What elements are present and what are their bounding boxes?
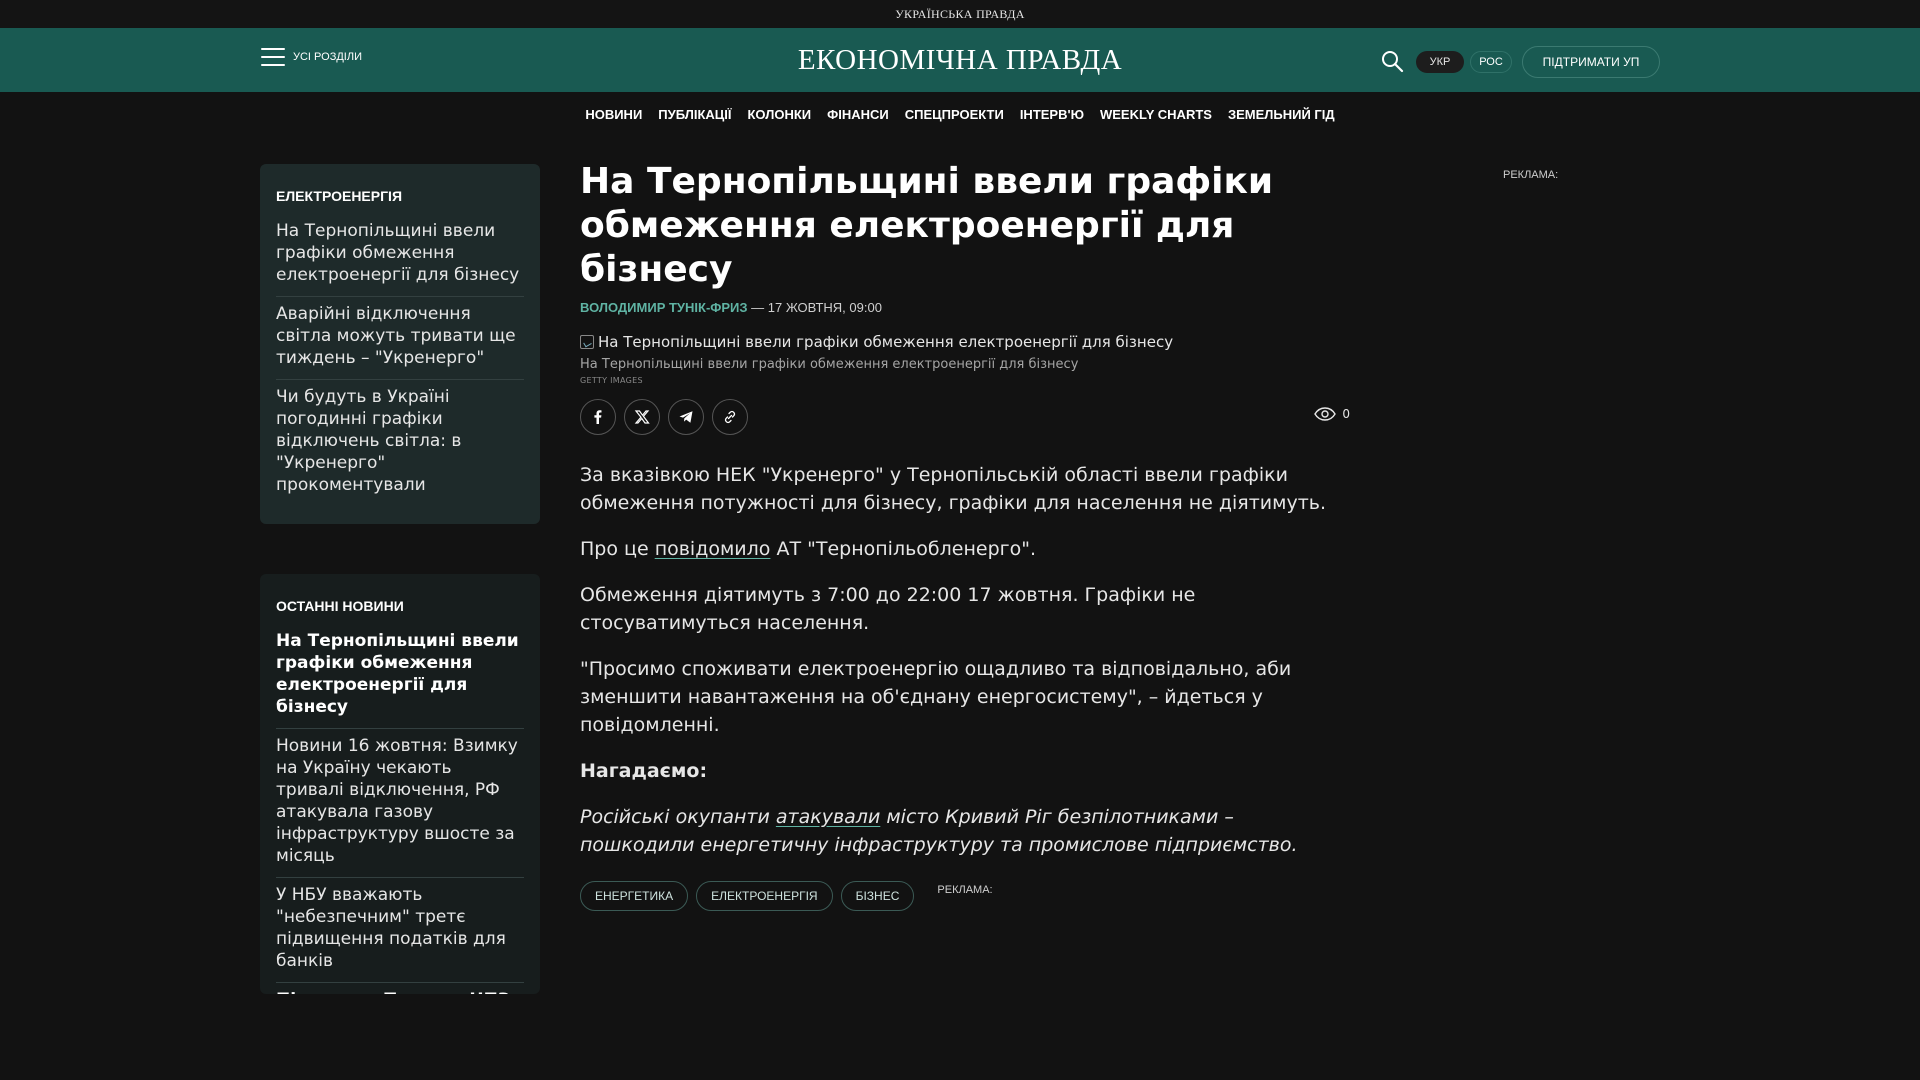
- topic-card-title[interactable]: ЕЛЕКТРОЕНЕРГІЯ: [276, 188, 524, 204]
- image-credit: GETTY IMAGES: [580, 376, 643, 385]
- latest-news-title[interactable]: ОСТАННІ НОВИНИ: [276, 598, 524, 614]
- support-button[interactable]: ПІДТРИМАТИ УП: [1522, 46, 1660, 78]
- all-sections-button[interactable]: УСІ РОЗДІЛИ: [261, 48, 362, 66]
- image-caption: На Тернопільщині ввели графіки обмеження…: [580, 357, 1079, 372]
- share-row: 0: [580, 399, 1350, 435]
- telegram-icon[interactable]: [668, 399, 704, 435]
- up-brand-link[interactable]: УКРАЇНСЬКА ПРАВДА: [895, 7, 1025, 22]
- paragraph-text: Російські окупанти: [580, 806, 776, 828]
- nav-interview[interactable]: ІНТЕРВ'Ю: [1020, 107, 1084, 122]
- article-meta: ВОЛОДИМИР ТУНІК-ФРИЗ — 17 ЖОВТНЯ, 09:00: [580, 300, 1350, 315]
- latest-news-item[interactable]: Новини 16 жовтня: Взимку на Україну чека…: [276, 729, 524, 878]
- facebook-icon[interactable]: [580, 399, 616, 435]
- views-count: 0: [1342, 407, 1350, 421]
- article-paragraph: Російські окупанти атакували місто Криви…: [580, 803, 1350, 859]
- article-title: На Тернопільщині ввели графіки обмеження…: [580, 161, 1274, 290]
- ad-label-right: РЕКЛАМА:: [1503, 169, 1559, 181]
- topic-item[interactable]: Аварійні відключення світла можуть трива…: [276, 297, 524, 380]
- latest-news-item[interactable]: Після заяв Трампа: НПЗ Індії сигналізуют…: [276, 983, 524, 994]
- nav-news[interactable]: НОВИНИ: [585, 107, 642, 122]
- nav-columns[interactable]: КОЛОНКИ: [748, 107, 812, 122]
- author-link[interactable]: ВОЛОДИМИР ТУНІК-ФРИЗ: [580, 300, 748, 315]
- source-link[interactable]: повідомило: [655, 538, 771, 560]
- article-paragraph: За вказівкою НЕК "Укренерго" у Тернопіль…: [580, 464, 1327, 514]
- nav-special-projects[interactable]: СПЕЦПРОЕКТИ: [905, 107, 1004, 122]
- all-sections-label: УСІ РОЗДІЛИ: [293, 51, 362, 63]
- article-image-alt: На Тернопільщині ввели графіки обмеження…: [598, 333, 1174, 351]
- lang-ukr-button[interactable]: УКР: [1416, 51, 1464, 73]
- nav-publications[interactable]: ПУБЛІКАЦІЇ: [658, 107, 731, 122]
- copy-link-icon[interactable]: [712, 399, 748, 435]
- article-quote: "Просимо споживати електроенергію ощадли…: [580, 658, 1292, 736]
- latest-news-item[interactable]: У НБУ вважають "небезпечним" третє підви…: [276, 878, 524, 983]
- article-datetime: — 17 ЖОВТНЯ, 09:00: [747, 300, 882, 315]
- article-paragraph: Обмеження діятимуть з 7:00 до 22:00 17 ж…: [580, 584, 1196, 634]
- eye-icon: [1314, 407, 1337, 421]
- topic-item[interactable]: Чи будуть в Україні погодинні графіки ві…: [276, 380, 524, 506]
- x-icon[interactable]: [624, 399, 660, 435]
- site-header: УСІ РОЗДІЛИ ЕКОНОМІЧНА ПРАВДА УКР РОС ПІ…: [0, 28, 1920, 92]
- top-strip: УКРАЇНСЬКА ПРАВДА: [0, 0, 1920, 28]
- related-link[interactable]: атакували: [776, 806, 880, 828]
- search-icon[interactable]: [1380, 49, 1404, 73]
- site-logo[interactable]: ЕКОНОМІЧНА ПРАВДА: [798, 44, 1122, 76]
- nav-finance[interactable]: ФІНАНСИ: [827, 107, 889, 122]
- nav-land-guide[interactable]: ЗЕМЕЛЬНИЙ ГІД: [1228, 107, 1335, 122]
- lang-ros-button[interactable]: РОС: [1470, 51, 1512, 73]
- article-image: На Тернопільщині ввели графіки обмеження…: [580, 333, 1350, 351]
- topic-card: ЕЛЕКТРОЕНЕРГІЯ На Тернопільщині ввели гр…: [260, 164, 540, 524]
- nav-weekly-charts[interactable]: WEEKLY CHARTS: [1100, 107, 1212, 122]
- article: На Тернопільщині ввели графіки обмеження…: [580, 160, 1350, 911]
- main-nav: НОВИНИ ПУБЛІКАЦІЇ КОЛОНКИ ФІНАНСИ СПЕЦПР…: [0, 92, 1920, 136]
- menu-icon: [261, 48, 285, 66]
- views-counter: 0: [1314, 407, 1350, 421]
- latest-news-item[interactable]: На Тернопільщині ввели графіки обмеження…: [276, 624, 524, 729]
- paragraph-text: Про це: [580, 538, 655, 560]
- broken-image-icon: [580, 335, 594, 349]
- topic-item[interactable]: На Тернопільщині ввели графіки обмеження…: [276, 214, 524, 297]
- latest-news-panel: ОСТАННІ НОВИНИ На Тернопільщині ввели гр…: [260, 574, 540, 994]
- ad-label-bottom: РЕКЛАМА:: [937, 884, 993, 896]
- article-paragraph: Про це повідомило АТ "Тернопільобленерго…: [580, 535, 1350, 563]
- paragraph-text: АТ "Тернопільобленерго".: [770, 538, 1037, 560]
- reminder-heading: Нагадаємо:: [580, 760, 708, 782]
